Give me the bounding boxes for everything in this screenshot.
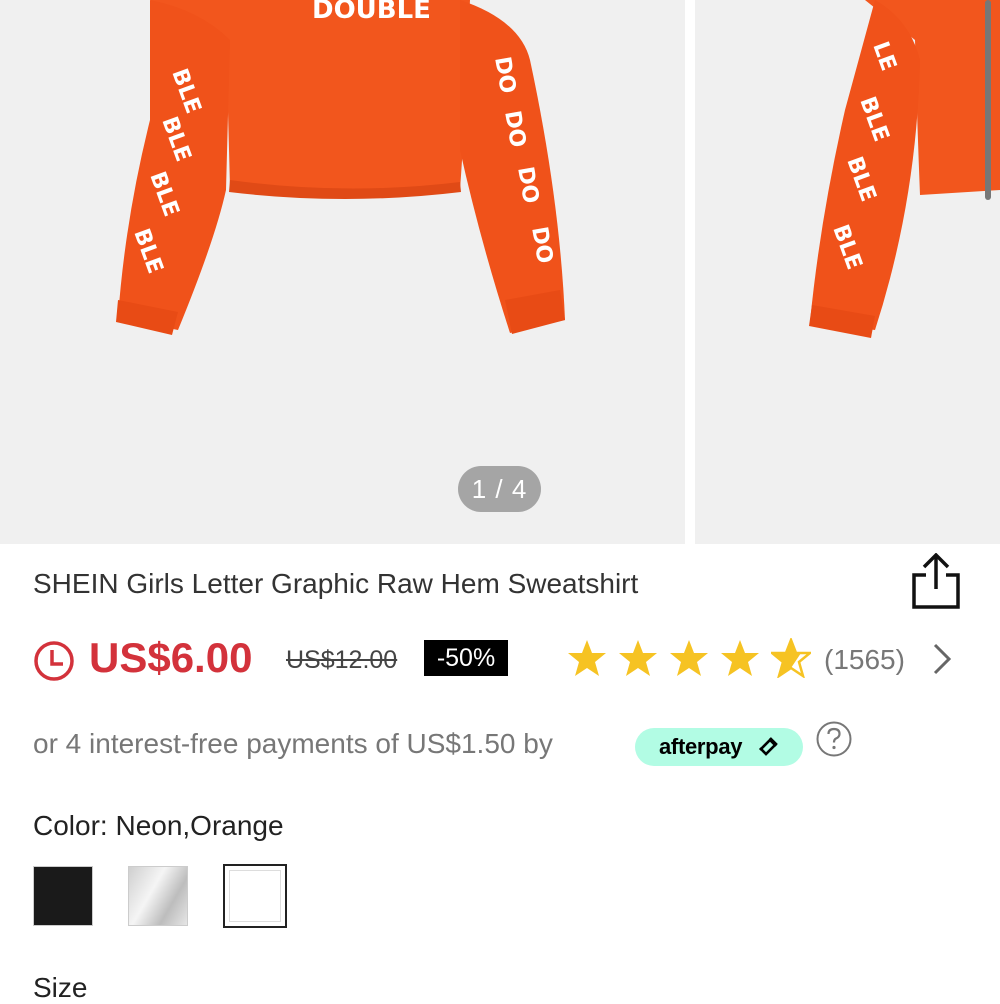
review-count[interactable]: (1565) [824, 644, 905, 676]
afterpay-logo-icon [759, 737, 778, 756]
star-icon [619, 640, 657, 676]
product-image-main[interactable]: DOUBLE BLE BLE BLE BLE DO DO DO DO 1 / 4 [0, 0, 685, 544]
color-label: Color: Neon,Orange [33, 810, 284, 841]
star-icon [568, 640, 606, 676]
chest-print: DOUBLE [312, 0, 431, 25]
original-price: US$12.00 [286, 646, 398, 674]
product-image-gallery[interactable]: DOUBLE BLE BLE BLE BLE DO DO DO DO 1 / 4… [0, 0, 1000, 544]
color-swatch-white-selected[interactable] [223, 864, 287, 928]
afterpay-row: or 4 interest-free payments of US$1.50 b… [33, 721, 973, 770]
color-swatch-black[interactable] [33, 866, 93, 926]
sale-price: US$6.00 [89, 634, 253, 681]
star-icon [721, 640, 759, 676]
share-icon[interactable] [910, 552, 962, 611]
afterpay-badge[interactable]: afterpay [635, 728, 803, 766]
help-icon[interactable] [815, 720, 853, 758]
star-icon [670, 640, 708, 676]
size-label: Size [33, 972, 88, 1003]
product-title: SHEIN Girls Letter Graphic Raw Hem Sweat… [33, 568, 639, 599]
star-half-icon [771, 638, 811, 678]
afterpay-label: afterpay [659, 734, 743, 759]
chevron-right-icon[interactable] [931, 642, 953, 676]
price-row: US$6.00 US$12.00 -50% (1565) [33, 632, 973, 688]
image-counter: 1 / 4 [458, 466, 541, 512]
clock-icon [33, 640, 75, 682]
product-image-next[interactable]: LE BLE BLE BLE [695, 0, 1000, 544]
installment-text: or 4 interest-free payments of US$1.50 b… [33, 728, 553, 759]
discount-badge: -50% [424, 640, 508, 676]
color-swatch-silver[interactable] [128, 866, 188, 926]
scroll-indicator[interactable] [985, 0, 991, 200]
